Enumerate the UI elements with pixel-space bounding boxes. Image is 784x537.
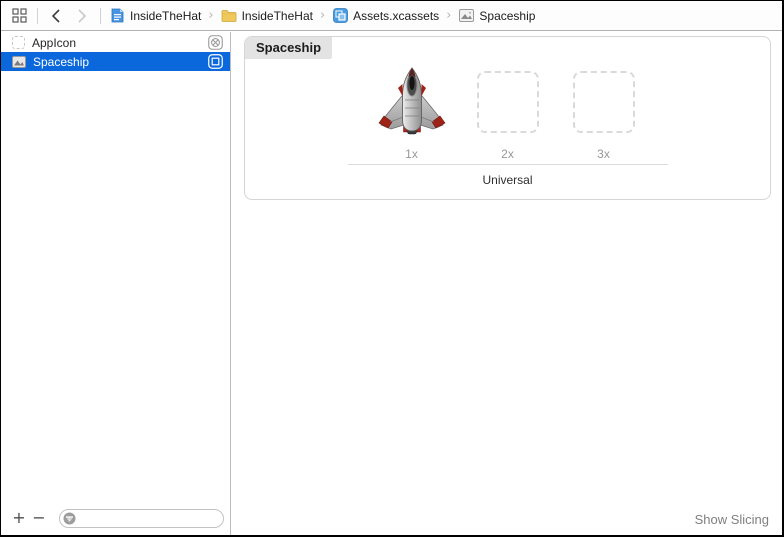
image-set-thumb-icon: [12, 55, 26, 68]
breadcrumb-separator: ›: [208, 8, 214, 23]
slot-1x[interactable]: 1x: [378, 67, 445, 161]
breadcrumb-label: Spaceship: [479, 8, 536, 23]
image-set-name-chip: Spaceship: [245, 37, 333, 59]
sidebar-item-spaceship[interactable]: Spaceship: [1, 52, 230, 71]
asset-list-sidebar: AppIcon Spaceship + −: [1, 32, 231, 535]
sidebar-item-label: Spaceship: [33, 54, 90, 69]
related-items-button[interactable]: [9, 6, 29, 26]
empty-image-well: [476, 71, 539, 133]
idiom-label: Universal: [482, 173, 533, 187]
breadcrumb-image-set[interactable]: Spaceship: [458, 8, 535, 24]
breadcrumb-separator: ›: [319, 8, 326, 23]
spaceship-image-well: [378, 67, 445, 135]
app-icon-badge: [208, 35, 223, 50]
scale-label-3x: 3x: [597, 147, 610, 161]
breadcrumb-label: Assets.xcassets: [353, 8, 440, 23]
sidebar-footer: + −: [1, 505, 230, 535]
spaceship-image: [378, 67, 445, 135]
sidebar-item-label: AppIcon: [32, 35, 77, 50]
scale-label-1x: 1x: [405, 147, 418, 161]
image-set-badge: [208, 54, 223, 69]
filter-input[interactable]: [76, 510, 223, 526]
jumpbar-divider: [100, 7, 101, 24]
breadcrumb-label: InsideTheHat: [241, 8, 313, 23]
idiom-divider: [347, 164, 668, 165]
breadcrumb-project[interactable]: InsideTheHat: [109, 8, 201, 24]
asset-catalog-icon: [332, 8, 348, 24]
scale-slots-row: 1x 2x 3x: [245, 67, 770, 161]
scale-label-2x: 2x: [501, 147, 514, 161]
empty-asset-thumb-icon: [12, 36, 25, 49]
slot-2x[interactable]: 2x: [476, 71, 539, 161]
jumpbar-divider: [37, 7, 38, 24]
folder-icon: [221, 8, 237, 24]
sidebar-item-appicon[interactable]: AppIcon: [1, 33, 230, 52]
jump-bar: InsideTheHat › InsideTheHat › Assets.xca…: [1, 1, 782, 31]
chevron-right-icon: [74, 8, 90, 24]
breadcrumb-group[interactable]: InsideTheHat: [221, 8, 313, 24]
related-items-icon: [11, 8, 27, 24]
remove-asset-button[interactable]: −: [29, 509, 49, 527]
asset-detail-area: Spaceship 1x 2x 3x Universal Show Slicin…: [232, 32, 782, 535]
breadcrumb-separator: ›: [446, 8, 452, 23]
filter-field[interactable]: [59, 508, 224, 528]
image-icon: [458, 8, 474, 24]
breadcrumb-asset-catalog[interactable]: Assets.xcassets: [332, 8, 439, 24]
image-set-card: Spaceship 1x 2x 3x Universal: [244, 36, 771, 200]
chevron-left-icon: [48, 8, 64, 24]
slot-3x[interactable]: 3x: [572, 71, 635, 161]
show-slicing-button[interactable]: Show Slicing: [695, 512, 769, 527]
navigate-back-button[interactable]: [46, 6, 66, 26]
project-file-icon: [109, 8, 125, 24]
empty-image-well: [572, 71, 635, 133]
breadcrumb-label: InsideTheHat: [130, 8, 202, 23]
add-asset-button[interactable]: +: [9, 509, 29, 527]
xcode-asset-catalog-window: InsideTheHat › InsideTheHat › Assets.xca…: [0, 0, 784, 537]
navigate-forward-button[interactable]: [72, 6, 92, 26]
filter-icon: [63, 512, 76, 525]
